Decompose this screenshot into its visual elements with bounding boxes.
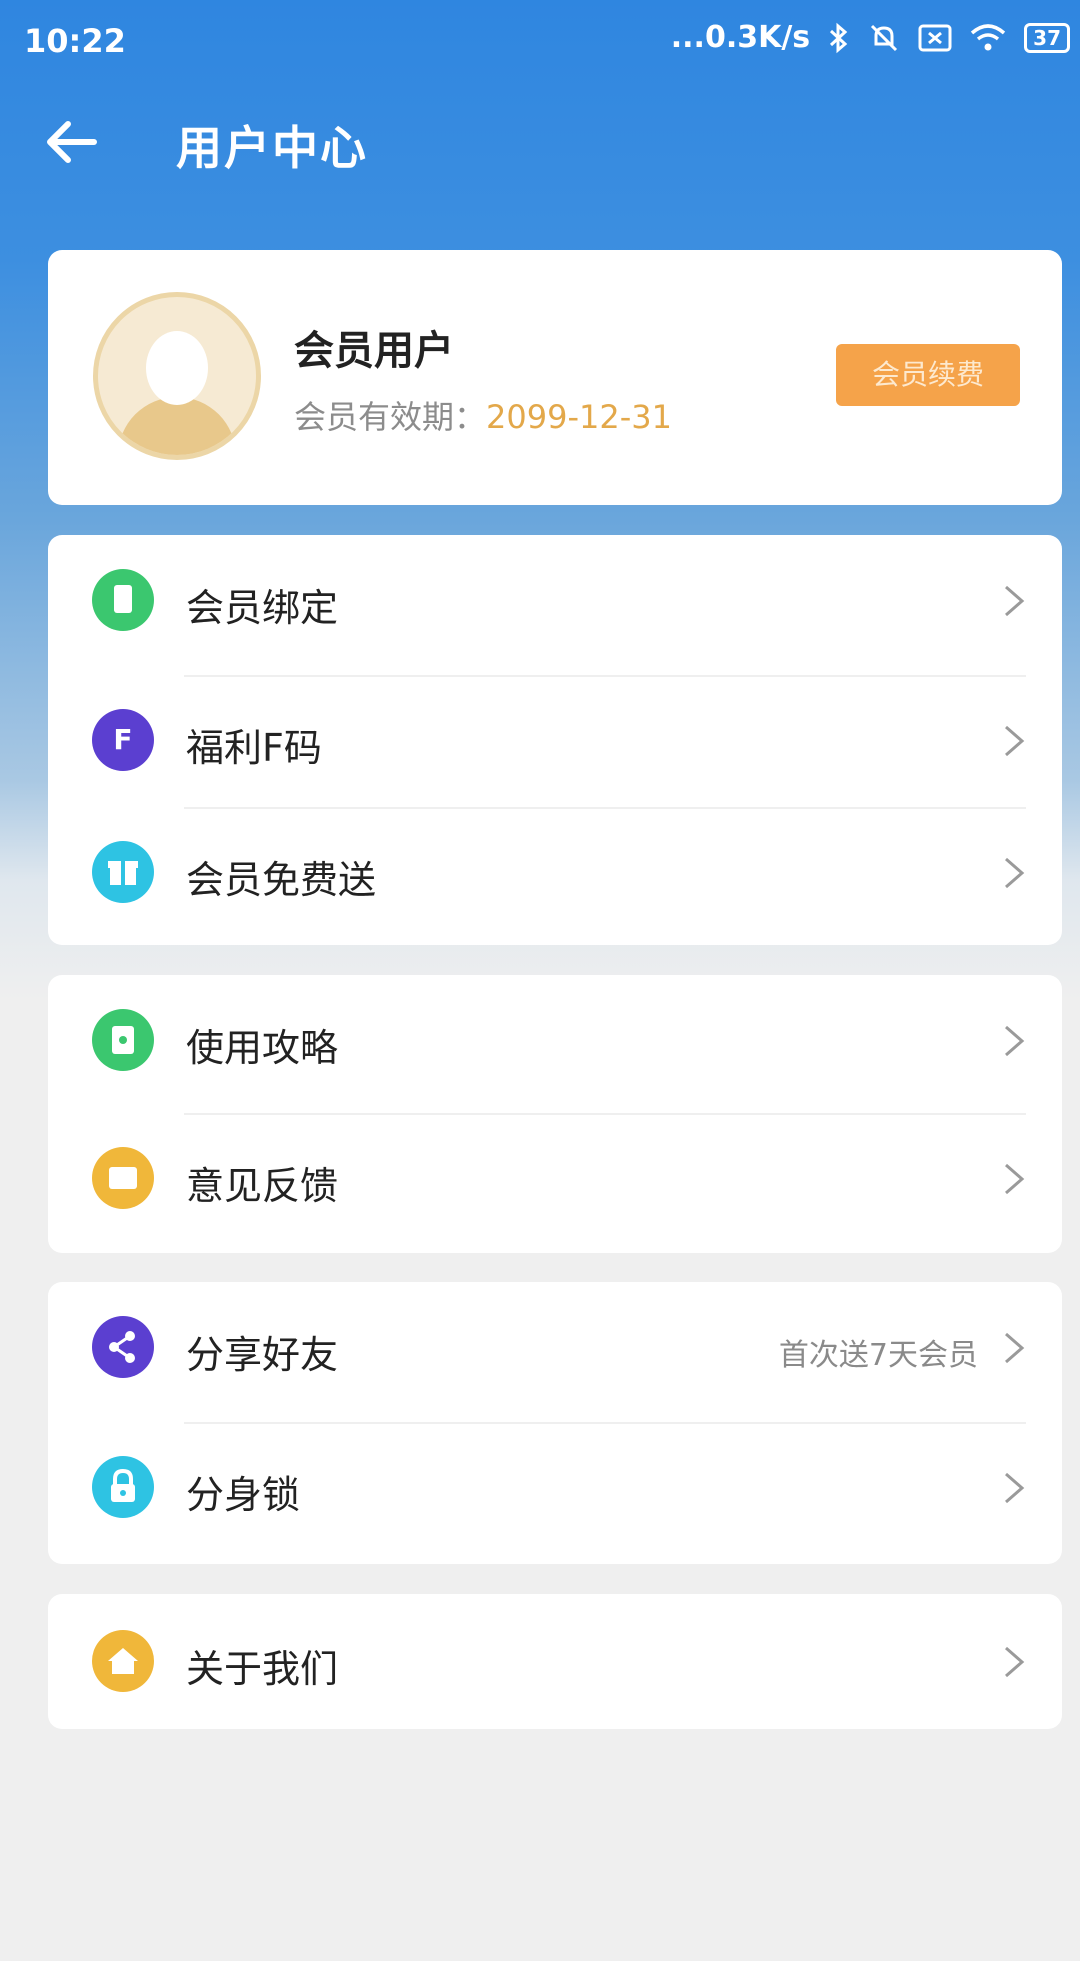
page-title: 用户中心: [176, 121, 368, 175]
chevron-right-icon: [1005, 585, 1025, 617]
menu-group-help: 使用攻略 意见反馈: [48, 975, 1062, 1253]
avatar-head-shape: [146, 331, 208, 405]
f-code-icon: F: [92, 709, 154, 771]
menu-item-bind[interactable]: 会员绑定: [48, 535, 1062, 665]
expiry-label: 会员有效期：: [294, 398, 487, 436]
chevron-right-icon: [1005, 1646, 1025, 1678]
avatar[interactable]: [93, 292, 261, 460]
bluetooth-icon: [830, 22, 848, 53]
menu-item-about[interactable]: 关于我们: [48, 1596, 1062, 1726]
book-icon: [92, 1009, 154, 1071]
phone-icon: [92, 569, 154, 631]
sim-icon: [918, 24, 952, 51]
battery-icon: 37: [1024, 22, 1070, 53]
menu-label: 分享好友: [186, 1333, 339, 1377]
menu-label: 关于我们: [186, 1647, 339, 1691]
app-bar: 用户中心: [0, 90, 1080, 200]
profile-card: 会员用户 会员有效期：2099-12-31 会员续费: [48, 250, 1062, 505]
renew-membership-button[interactable]: 会员续费: [836, 344, 1020, 406]
menu-item-fcode[interactable]: F 福利F码: [48, 675, 1062, 805]
menu-group-about: 关于我们: [48, 1594, 1062, 1729]
status-icons: ...0.3K/s 37: [671, 20, 1070, 55]
menu-item-free-gift[interactable]: 会员免费送: [48, 807, 1062, 937]
status-time: 10:22: [24, 22, 126, 60]
menu-item-guide[interactable]: 使用攻略: [48, 975, 1062, 1105]
mute-bell-icon: [871, 24, 898, 51]
menu-item-app-lock[interactable]: 分身锁: [48, 1422, 1062, 1552]
status-bar: 10:22 ...0.3K/s 37: [0, 0, 1080, 80]
membership-expiry: 会员有效期：2099-12-31: [294, 392, 672, 438]
gift-icon: [92, 841, 154, 903]
menu-label: 意见反馈: [186, 1164, 339, 1208]
expiry-date: 2099-12-31: [486, 398, 672, 436]
menu-item-share[interactable]: 分享好友 首次送7天会员: [48, 1282, 1062, 1412]
menu-label: 使用攻略: [186, 1026, 339, 1070]
menu-item-feedback[interactable]: 意见反馈: [48, 1113, 1062, 1243]
back-arrow-icon[interactable]: [42, 112, 102, 172]
chevron-right-icon: [1005, 1472, 1025, 1504]
chevron-right-icon: [1005, 857, 1025, 889]
share-promo-hint: 首次送7天会员: [778, 1338, 978, 1373]
menu-label: 会员免费送: [186, 858, 377, 902]
message-icon: [92, 1147, 154, 1209]
chevron-right-icon: [1005, 1163, 1025, 1195]
username: 会员用户: [294, 328, 454, 374]
chevron-right-icon: [1005, 1025, 1025, 1057]
lock-icon: [92, 1456, 154, 1518]
share-icon: [92, 1316, 154, 1378]
avatar-body-shape: [118, 397, 236, 455]
menu-group-membership: 会员绑定 F 福利F码 会员免费送: [48, 535, 1062, 945]
network-speed: ...0.3K/s: [670, 20, 811, 55]
menu-label: 福利F码: [186, 726, 322, 770]
wifi-icon: [971, 23, 1006, 50]
menu-group-share: 分享好友 首次送7天会员 分身锁: [48, 1282, 1062, 1564]
menu-label: 分身锁: [186, 1473, 301, 1517]
chevron-right-icon: [1005, 1332, 1025, 1364]
menu-label: 会员绑定: [186, 586, 339, 630]
home-icon: [92, 1630, 154, 1692]
chevron-right-icon: [1005, 725, 1025, 757]
